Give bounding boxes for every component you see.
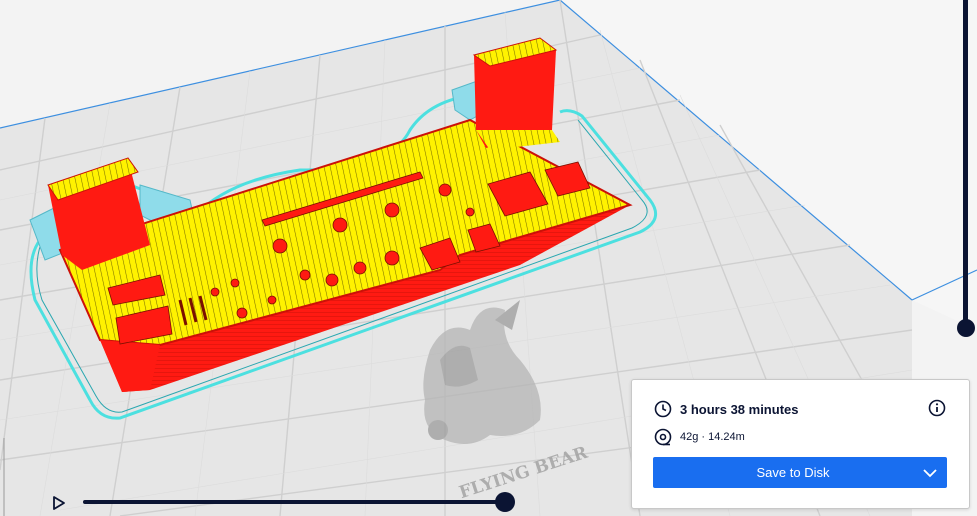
save-to-disk-button[interactable]: Save to Disk <box>653 457 947 488</box>
print-time-row: 3 hours 38 minutes <box>654 400 798 418</box>
spool-icon <box>654 428 672 446</box>
print-time-value: 3 hours 38 minutes <box>680 401 799 417</box>
info-icon <box>928 399 946 417</box>
print-details-button[interactable] <box>928 399 946 417</box>
simulation-progress-track[interactable] <box>83 500 505 504</box>
output-options-dropdown[interactable] <box>913 457 947 488</box>
simulation-progress-handle[interactable] <box>495 492 515 512</box>
right-tower <box>472 37 560 150</box>
clock-icon <box>654 400 672 418</box>
material-usage-value: 42g · 14.24m <box>680 431 745 443</box>
print-info-panel: 3 hours 38 minutes 42g · 14.24m Save to … <box>631 379 970 509</box>
layer-slider-track[interactable] <box>963 0 968 330</box>
chevron-down-icon <box>923 468 937 477</box>
play-simulation-button[interactable] <box>50 494 68 512</box>
save-to-disk-label: Save to Disk <box>756 465 830 480</box>
play-icon <box>53 496 65 510</box>
layer-slider-handle[interactable] <box>957 319 975 337</box>
material-usage-row: 42g · 14.24m <box>654 428 745 446</box>
